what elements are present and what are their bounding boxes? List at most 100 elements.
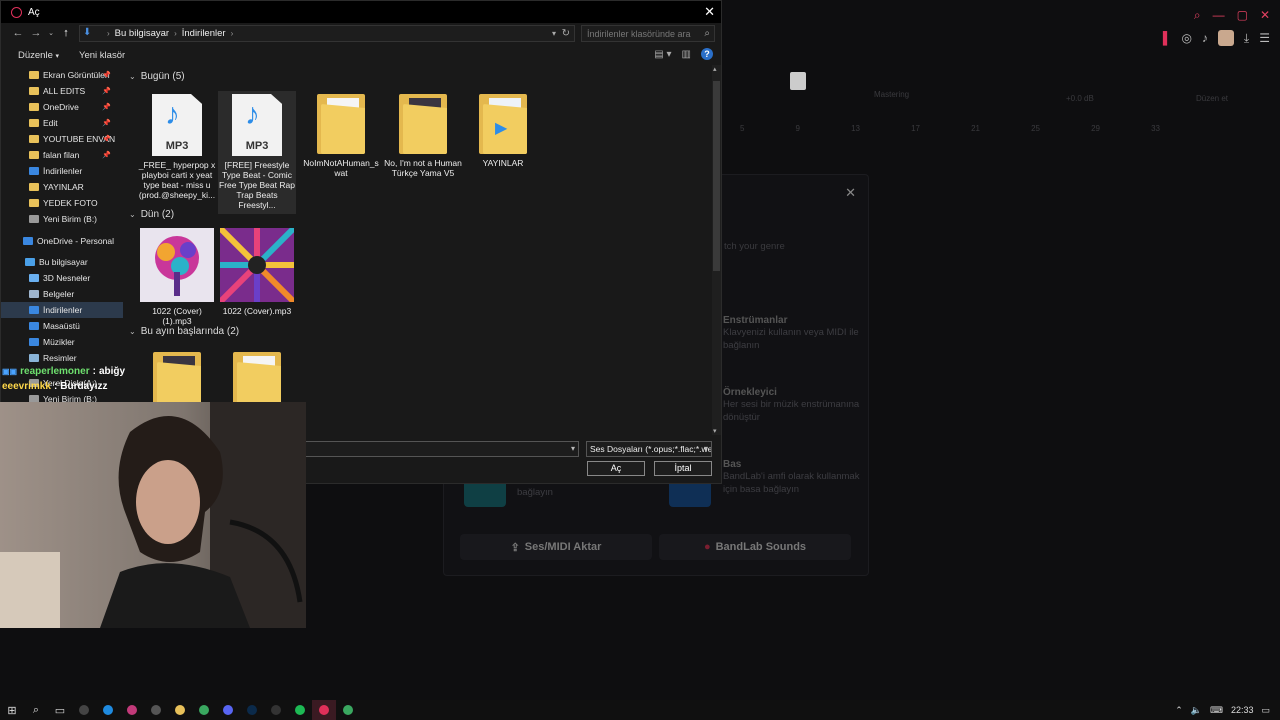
nav-item[interactable]: 3D Nesneler [1, 270, 123, 286]
nav-item[interactable]: Belgeler [1, 286, 123, 302]
new-folder-button[interactable]: Yeni klasör [79, 50, 125, 61]
help-icon[interactable]: ? [701, 48, 713, 60]
spotify-icon[interactable] [288, 700, 312, 720]
steam-icon[interactable] [264, 700, 288, 720]
obs-icon[interactable] [72, 700, 96, 720]
group-header[interactable]: ⌄ Bu ayın başlarında (2) [129, 326, 239, 337]
import-audio-button[interactable]: ⇪ Ses/MIDI Aktar [460, 534, 652, 560]
explorer-icon[interactable] [168, 700, 192, 720]
breadcrumb-separator-icon[interactable]: › [174, 29, 177, 38]
forward-arrow-icon[interactable]: → [27, 27, 45, 39]
download-icon[interactable]: ⤓ [1244, 31, 1249, 46]
back-arrow-icon[interactable]: ← [9, 27, 27, 39]
breadcrumb-this-pc[interactable]: Bu bilgisayar [115, 28, 169, 39]
edge-icon[interactable] [96, 700, 120, 720]
group-header[interactable]: ⌄ Dün (2) [129, 209, 174, 220]
nav-item[interactable]: Masaüstü [1, 318, 123, 334]
open-button[interactable]: Aç [587, 461, 645, 476]
avatar[interactable] [1217, 30, 1234, 46]
nav-item[interactable]: falan filan 📌 [1, 147, 123, 163]
group-header[interactable]: ⌄ Bugün (5) [129, 71, 185, 82]
breadcrumb-downloads[interactable]: İndirilenler [182, 28, 226, 39]
close-icon[interactable]: ✕ [1260, 8, 1270, 23]
address-bar[interactable]: ⬇ › Bu bilgisayar › İndirilenler › ▾ ↻ [79, 25, 575, 42]
refresh-icon[interactable]: ↻ [562, 28, 570, 39]
close-icon[interactable]: ✕ [845, 185, 856, 201]
file-item[interactable]: ▶ YAYINLAR [464, 91, 542, 172]
cancel-button[interactable]: İptal [654, 461, 712, 476]
chat-icon[interactable]: ◎ [1181, 31, 1191, 45]
nav-item[interactable]: Edit 📌 [1, 115, 123, 131]
task-view-icon[interactable]: ▭ [48, 700, 72, 720]
breadcrumb-separator-icon[interactable]: › [231, 29, 234, 38]
scroll-down-icon[interactable]: ▾ [713, 427, 717, 435]
search-input[interactable]: İndirilenler klasöründe ara ⌕ [581, 25, 715, 42]
group-title: Bu ayın başlarında (2) [140, 326, 240, 337]
chrome-icon[interactable] [336, 700, 360, 720]
photoshop-icon[interactable] [240, 700, 264, 720]
preview-pane-icon[interactable]: ▥ [682, 49, 691, 60]
nav-item[interactable]: İndirilenler [1, 163, 123, 179]
nav-item[interactable]: OneDrive 📌 [1, 99, 123, 115]
group-title: Dün (2) [140, 209, 175, 220]
scrollbar-thumb[interactable] [713, 81, 720, 271]
language-icon[interactable]: ⌨ [1210, 705, 1223, 716]
history-chevron-icon[interactable]: ⌄ [45, 29, 57, 37]
notification-icon[interactable]: ▭ [1261, 705, 1270, 716]
start-icon[interactable]: ⊞ [0, 700, 24, 720]
nav-item[interactable]: YOUTUBE ENVAN 📌 [1, 131, 123, 147]
nav-item[interactable]: İndirilenler [1, 302, 123, 318]
menu-icon[interactable]: ☰ [1259, 31, 1270, 45]
volume-icon[interactable]: 🔈 [1191, 705, 1202, 716]
file-item[interactable]: ♪ MP3 [FREE] Freestyle Type Beat - Comic F… [218, 91, 296, 214]
computer-icon [25, 258, 35, 266]
nav-item[interactable]: Resimler [1, 350, 123, 366]
nav-item[interactable]: YEDEK FOTO [1, 195, 123, 211]
nav-item[interactable]: Ekran Görüntüleri 📌 [1, 67, 123, 83]
chevron-down-icon[interactable]: ▾ [552, 29, 556, 38]
nav-item[interactable]: Bu bilgisayar [1, 254, 123, 270]
filetype-select[interactable]: Ses Dosyaları (*.opus;*.flac;*.we ▾ [586, 441, 712, 457]
nav-item[interactable]: Müzikler [1, 334, 123, 350]
nav-item[interactable]: ALL EDITS 📌 [1, 83, 123, 99]
close-icon[interactable]: ✕ [704, 4, 715, 20]
nav-item-label: OneDrive - Personal [37, 236, 115, 246]
preset-label[interactable]: Düzen et [1196, 94, 1228, 103]
tray-chevron-icon[interactable]: ⌃ [1175, 705, 1183, 716]
notification-icon[interactable]: ♪ [1202, 31, 1208, 45]
search-icon[interactable]: ⌕ [1194, 8, 1201, 23]
option-instruments[interactable]: Enstrümanlar Klavyenizi kullanın veya MI… [723, 315, 863, 352]
search-icon[interactable]: ⌕ [24, 700, 48, 720]
bandlab-sounds-button[interactable]: ● BandLab Sounds [659, 534, 851, 560]
bandlab-icon[interactable] [312, 700, 336, 720]
file-item[interactable]: ♪ MP3 _FREE_ hyperpop x playboi carti x ye… [138, 91, 216, 204]
calculator-icon[interactable] [144, 700, 168, 720]
nav-item[interactable]: Yeni Birim (B:) [1, 211, 123, 227]
option-bass[interactable]: Bas BandLab'i amfi olarak kullanmak için… [723, 459, 863, 496]
organize-button[interactable]: Düzenle ▾ [18, 50, 59, 61]
option-desc: BandLab'i amfi olarak kullanmak için bas… [723, 471, 860, 495]
filename-input[interactable]: ▾ [301, 441, 579, 457]
file-item[interactable]: NoImNotAHuman_swat [302, 91, 380, 182]
option-title: Enstrümanlar [723, 315, 788, 326]
clock[interactable]: 22:33 [1231, 705, 1254, 715]
file-item[interactable]: 1022 (Cover).mp3 [217, 225, 297, 320]
ruler-tick: 17 [911, 124, 920, 133]
file-item[interactable]: 1022 (Cover) (1).mp3 [138, 225, 216, 330]
file-item[interactable]: No, I'm not a Human Türkçe Yama V5 [384, 91, 462, 182]
discord-icon[interactable] [216, 700, 240, 720]
minimize-icon[interactable]: — [1213, 8, 1225, 23]
chevron-down-icon[interactable]: ▾ [571, 444, 575, 453]
scroll-up-icon[interactable]: ▴ [713, 65, 717, 73]
up-arrow-icon[interactable]: ↑ [57, 27, 75, 39]
download-icon [29, 306, 39, 314]
option-sampler[interactable]: Örnekleyici Her sesi bir müzik enstrüman… [723, 387, 863, 424]
breadcrumb-separator-icon[interactable]: › [107, 29, 110, 38]
maximize-icon[interactable]: ▢ [1237, 8, 1248, 23]
nav-item[interactable]: YAYINLAR [1, 179, 123, 195]
scrollbar[interactable]: ▴ ▾ [712, 65, 721, 435]
nav-item[interactable]: OneDrive - Personal [1, 233, 123, 249]
chrome-icon[interactable] [192, 700, 216, 720]
view-mode-icon[interactable]: ▤ ▾ [654, 49, 671, 60]
app-icon[interactable] [120, 700, 144, 720]
